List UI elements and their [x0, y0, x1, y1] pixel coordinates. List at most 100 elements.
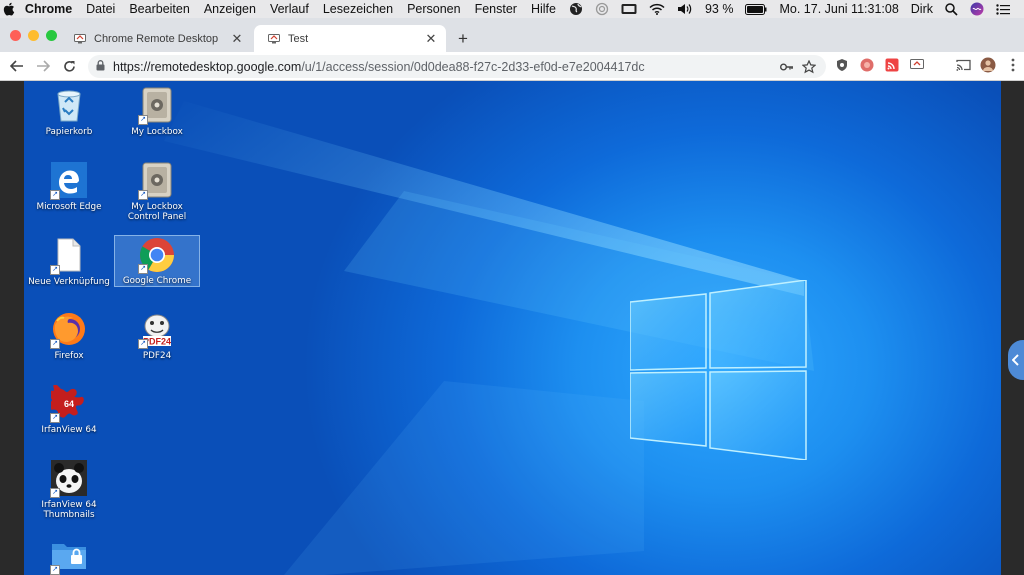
- remote-desktop-favicon-icon: [268, 33, 280, 44]
- locked-folder-icon: ↗: [50, 536, 88, 575]
- minimize-window-button[interactable]: [28, 30, 39, 41]
- desktop-icon-neue-verknuepfung[interactable]: ↗ Neue Verknüpfung: [26, 236, 112, 287]
- svg-text:64: 64: [64, 399, 74, 409]
- menu-verlauf[interactable]: Verlauf: [263, 2, 316, 16]
- desktop-icon-my-lockbox-control-panel[interactable]: ↗ My Lockbox Control Panel: [114, 161, 200, 222]
- session-options-handle[interactable]: [1008, 340, 1024, 380]
- close-tab-icon[interactable]: ✕: [424, 31, 438, 47]
- new-tab-button[interactable]: +: [455, 29, 471, 49]
- close-window-button[interactable]: [10, 30, 21, 41]
- menu-bearbeiten[interactable]: Bearbeiten: [122, 2, 196, 16]
- clock[interactable]: Mo. 17. Juni 11:31:08: [773, 2, 904, 16]
- profile-avatar[interactable]: [980, 57, 996, 73]
- spotlight-search-icon[interactable]: [939, 2, 964, 16]
- menu-personen[interactable]: Personen: [400, 2, 468, 16]
- bookmark-star-icon[interactable]: [802, 59, 816, 74]
- battery-percentage: 93 %: [704, 2, 734, 16]
- remote-desktop-favicon-icon: [74, 33, 86, 44]
- shortcut-arrow-icon: ↗: [50, 488, 60, 498]
- maximize-window-button[interactable]: [46, 30, 57, 41]
- tab-test[interactable]: Test ✕: [254, 25, 446, 52]
- chevron-left-icon: [1012, 354, 1019, 366]
- desktop-icon-secure-folder[interactable]: ↗: [26, 536, 112, 575]
- irfanview-thumbnails-icon: ↗: [50, 459, 88, 498]
- battery-icon[interactable]: [739, 3, 773, 15]
- desktop-icon-papierkorb[interactable]: Papierkorb: [26, 86, 112, 137]
- windows-logo-icon: [630, 280, 807, 460]
- shortcut-arrow-icon: ↗: [50, 413, 60, 423]
- desktop-icon-irfanview-64[interactable]: 64 ↗ IrfanView 64: [26, 384, 112, 435]
- tab-strip: Chrome Remote Desktop ✕ Test ✕ +: [0, 18, 1024, 52]
- shortcut-arrow-icon: ↗: [138, 264, 148, 274]
- keyboard-icon[interactable]: [615, 3, 643, 15]
- menu-hilfe[interactable]: Hilfe: [524, 2, 563, 16]
- icon-label: PDF24: [142, 351, 172, 361]
- cast-icon[interactable]: [955, 57, 971, 73]
- lockbox-icon: ↗: [138, 86, 176, 125]
- tab-chrome-remote-desktop[interactable]: Chrome Remote Desktop ✕: [60, 25, 252, 52]
- desktop-icon-google-chrome[interactable]: ↗ Google Chrome: [114, 235, 200, 287]
- desktop-icon-microsoft-edge[interactable]: ↗ Microsoft Edge: [26, 161, 112, 212]
- shortcut-arrow-icon: ↗: [138, 190, 148, 200]
- shortcut-arrow-icon: ↗: [50, 190, 60, 200]
- shield-extension-icon[interactable]: [834, 57, 850, 73]
- globe-icon[interactable]: [563, 2, 589, 16]
- url-path: /u/1/access/session/0d0dea88-f27c-2d33-e…: [301, 59, 645, 74]
- icon-label: My Lockbox: [131, 127, 183, 137]
- menu-app-name[interactable]: Chrome: [18, 2, 79, 16]
- menu-datei[interactable]: Datei: [79, 2, 122, 16]
- menu-lesezeichen[interactable]: Lesezeichen: [316, 2, 400, 16]
- reload-button[interactable]: [56, 55, 82, 77]
- shortcut-arrow-icon: ↗: [50, 339, 60, 349]
- window-controls: [10, 30, 57, 41]
- user-name[interactable]: Dirk: [905, 2, 939, 16]
- back-button[interactable]: [4, 55, 30, 77]
- icon-label: Firefox: [54, 351, 84, 361]
- apple-menu-icon[interactable]: [0, 2, 18, 16]
- icon-label: Microsoft Edge: [36, 202, 102, 212]
- irfanview-icon: 64 ↗: [50, 384, 88, 423]
- shortcut-arrow-icon: ↗: [138, 115, 148, 125]
- desktop-icon-my-lockbox[interactable]: ↗ My Lockbox: [114, 86, 200, 137]
- shortcut-arrow-icon: ↗: [138, 339, 148, 349]
- pdf24-icon: PDF24 ↗: [138, 310, 176, 349]
- icon-label: IrfanView 64: [41, 425, 97, 435]
- volume-icon[interactable]: [671, 3, 699, 15]
- macos-menu-bar: Chrome Datei Bearbeiten Anzeigen Verlauf…: [0, 0, 1024, 18]
- lock-icon[interactable]: [96, 59, 105, 74]
- wifi-icon[interactable]: [643, 3, 671, 15]
- shortcut-arrow-icon: ↗: [50, 565, 60, 575]
- icon-label: Neue Verknüpfung: [28, 277, 110, 287]
- notification-center-icon[interactable]: [990, 3, 1016, 15]
- menu-anzeigen[interactable]: Anzeigen: [197, 2, 263, 16]
- desktop-icon-pdf24[interactable]: PDF24 ↗ PDF24: [114, 310, 200, 361]
- sync-icon[interactable]: [589, 2, 615, 16]
- close-tab-icon[interactable]: ✕: [230, 31, 244, 47]
- remote-desktop-extension-icon[interactable]: [909, 57, 925, 73]
- desktop-icon-firefox[interactable]: ↗ Firefox: [26, 310, 112, 361]
- extension-icons: [834, 57, 1021, 73]
- red-dot-extension-icon[interactable]: [859, 57, 875, 73]
- tab-label: Chrome Remote Desktop: [94, 32, 219, 45]
- chrome-menu-icon[interactable]: [1005, 57, 1021, 73]
- menu-fenster[interactable]: Fenster: [468, 2, 524, 16]
- remote-windows-desktop[interactable]: Papierkorb ↗ Microsoft Edge ↗ Neue Verkn…: [24, 81, 1001, 575]
- key-icon[interactable]: [780, 63, 794, 71]
- rss-extension-icon[interactable]: [884, 57, 900, 73]
- toolbar-spacer: [934, 57, 946, 73]
- url-host: https://remotedesktop.google.com: [113, 59, 302, 74]
- icon-label: My Lockbox Control Panel: [127, 202, 187, 222]
- address-bar[interactable]: https://remotedesktop.google.com/u/1/acc…: [88, 55, 826, 78]
- siri-icon[interactable]: [964, 2, 990, 16]
- desktop-icon-irfanview-64-thumbnails[interactable]: ↗ IrfanView 64 Thumbnails: [26, 459, 112, 520]
- forward-button[interactable]: [30, 55, 56, 77]
- icon-label: Google Chrome: [122, 276, 192, 286]
- url-text[interactable]: https://remotedesktop.google.com/u/1/acc…: [113, 60, 772, 74]
- icon-label: Papierkorb: [45, 127, 93, 137]
- chrome-icon: ↗: [138, 236, 176, 274]
- lockbox-icon: ↗: [138, 161, 176, 200]
- edge-icon: ↗: [50, 161, 88, 200]
- shortcut-arrow-icon: ↗: [50, 265, 60, 275]
- browser-toolbar: https://remotedesktop.google.com/u/1/acc…: [0, 52, 1024, 81]
- recycle-bin-icon: [50, 86, 88, 124]
